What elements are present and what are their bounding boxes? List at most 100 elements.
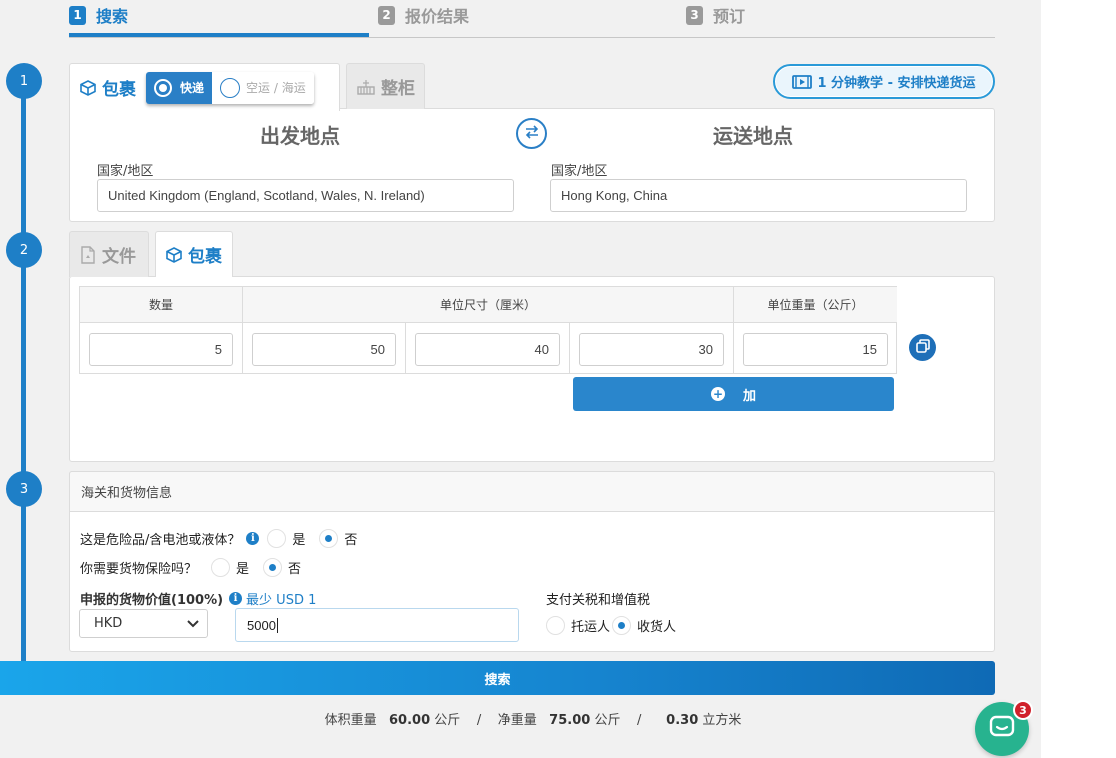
tutorial-video-button[interactable]: 1 分钟教学 - 安排快递货运 (773, 64, 995, 99)
declared-value-input[interactable]: 5000 (235, 608, 519, 642)
search-button[interactable]: 搜索 (0, 661, 995, 695)
tab-label: 包裹 (188, 247, 222, 267)
separator: / (636, 713, 642, 728)
add-package-button[interactable]: + 加 (573, 377, 894, 411)
box-icon (80, 79, 96, 96)
column-header-dimensions: 单位尺寸（厘米） (243, 287, 734, 323)
chevron-down-icon (187, 618, 199, 633)
chat-icon (989, 715, 1015, 743)
quantity-cell: 5 (80, 323, 243, 374)
currency-value: HKD (94, 616, 123, 631)
swap-locations-button[interactable] (516, 118, 547, 149)
question-label: 你需要货物保险吗？ (80, 562, 198, 577)
mode-express-option[interactable]: 快递 (146, 71, 213, 104)
currency-select[interactable]: HKD (79, 609, 208, 638)
tab-label: 包裹 (102, 80, 136, 100)
destination-country-field[interactable]: Hong Kong, China (550, 179, 967, 212)
radio-icon (154, 78, 172, 97)
shipping-mode-toggle: 快递 空运 / 海运 (146, 71, 314, 104)
option-label: 是 (236, 562, 250, 577)
unit-kg: 公斤 (594, 713, 621, 728)
step-number: 2 (378, 5, 395, 25)
video-icon (792, 74, 813, 89)
volume-value: 0.30 (666, 713, 699, 728)
dangerous-yes-radio[interactable] (267, 529, 287, 548)
tab-full-container[interactable]: 整柜 (346, 63, 425, 109)
duplicate-row-button[interactable] (909, 334, 936, 361)
origin-heading: 出发地点 (260, 124, 340, 148)
consignee-radio[interactable] (612, 616, 632, 635)
add-label: 加 (742, 388, 756, 404)
separator: / (476, 713, 482, 728)
mode-air-sea-option[interactable]: 空运 / 海运 (212, 71, 314, 104)
step-quote-results[interactable]: 2 报价结果 (378, 4, 469, 26)
info-icon[interactable]: i (246, 532, 260, 545)
height-input[interactable]: 30 (579, 333, 724, 366)
insurance-no-radio[interactable] (263, 558, 283, 577)
tab-documents[interactable]: 文件 (69, 231, 149, 277)
weight-summary: 体积重量 60.00 公斤 / 净重量 75.00 公斤 / 0.30 立方米 (70, 709, 996, 728)
plus-icon: + (710, 387, 725, 401)
volumetric-weight-value: 60.00 (389, 713, 431, 728)
column-header-weight: 单位重量（公斤） (734, 287, 897, 323)
timeline-line (21, 80, 26, 662)
active-step-indicator (69, 33, 369, 37)
step-label: 预订 (713, 7, 746, 26)
insurance-question: 你需要货物保险吗？ 是 否 (80, 558, 301, 577)
column-header-quantity: 数量 (80, 287, 243, 323)
origin-country-field[interactable]: United Kingdom (England, Scotland, Wales… (97, 179, 514, 212)
declared-value-label: 申报的货物价值(100%) (80, 593, 224, 608)
option-label: 否 (288, 562, 302, 577)
timeline-step-2: 2 (6, 232, 42, 268)
step-number: 1 (69, 5, 86, 25)
step-search[interactable]: 1 搜索 (69, 4, 128, 26)
mode-label: 空运 / 海运 (246, 81, 306, 95)
question-label: 这是危险品/含电池或液体？ (80, 533, 241, 548)
width-cell: 40 (406, 323, 570, 374)
duties-payer-options: 托运人 收货人 (538, 616, 676, 635)
quantity-input[interactable]: 5 (89, 333, 233, 366)
tab-parcel-shipment[interactable]: 包裹 快递 空运 / 海运 (69, 63, 340, 111)
net-weight-label: 净重量 (497, 713, 537, 728)
container-icon (357, 79, 375, 95)
timeline-step-3: 3 (6, 471, 42, 507)
progress-steps: 1 搜索 2 报价结果 3 预订 (69, 0, 995, 38)
volumetric-weight-label: 体积重量 (324, 713, 377, 728)
step-label: 报价结果 (405, 7, 470, 26)
declared-minimum-hint: 最少 USD 1 (246, 593, 317, 608)
tutorial-label: 1 分钟教学 - 安排快递货运 (817, 76, 976, 91)
length-input[interactable]: 50 (252, 333, 396, 366)
dangerous-no-radio[interactable] (319, 529, 339, 548)
shipper-radio[interactable] (546, 616, 565, 635)
customs-heading: 海关和货物信息 (69, 471, 995, 512)
tab-parcel-cargo[interactable]: 包裹 (155, 231, 233, 277)
timeline-step-1: 1 (6, 63, 42, 99)
step-label: 搜索 (96, 7, 129, 26)
insurance-yes-radio[interactable] (211, 558, 231, 577)
destination-heading: 运送地点 (713, 124, 793, 148)
net-weight-value: 75.00 (549, 713, 591, 728)
tab-label: 整柜 (381, 79, 415, 99)
weight-cell: 15 (734, 323, 897, 374)
text-caret (276, 617, 278, 633)
option-label: 否 (344, 533, 358, 548)
box-icon (166, 246, 182, 263)
length-cell: 50 (243, 323, 406, 374)
duties-label-row: 支付关税和增值税 (546, 589, 650, 608)
dimensions-table: 数量 单位尺寸（厘米） 单位重量（公斤） 5 50 40 30 15 (79, 286, 897, 374)
weight-input[interactable]: 15 (743, 333, 888, 366)
dangerous-goods-question: 这是危险品/含电池或液体？ i 是 否 (80, 529, 357, 548)
step-booking[interactable]: 3 预订 (686, 4, 745, 26)
copy-icon (915, 338, 930, 357)
step-number: 3 (686, 5, 703, 25)
width-input[interactable]: 40 (415, 333, 560, 366)
unit-kg: 公斤 (434, 713, 461, 728)
duties-label: 支付关税和增值税 (546, 593, 651, 608)
info-icon[interactable]: i (229, 592, 243, 605)
option-label: 托运人 (571, 620, 611, 635)
declared-value-row: 申报的货物价值(100%) i 最少 USD 1 (80, 589, 316, 608)
option-label: 是 (292, 533, 306, 548)
height-cell: 30 (570, 323, 734, 374)
origin-country-label: 国家/地区 (97, 164, 154, 179)
mode-label: 快递 (180, 81, 205, 95)
